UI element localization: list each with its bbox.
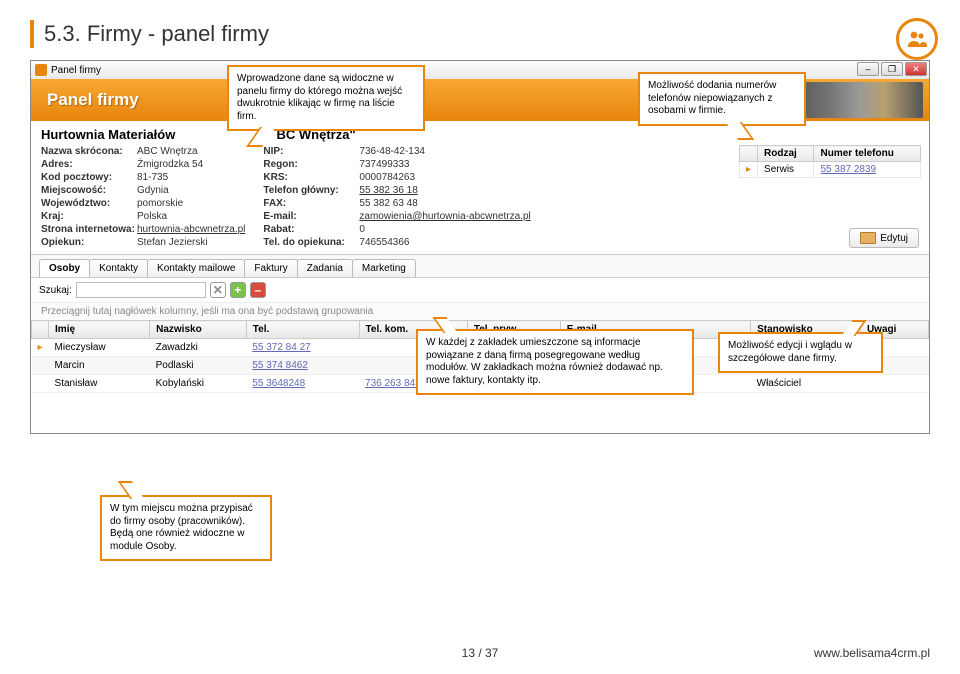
banner-image: [793, 82, 923, 118]
search-input[interactable]: [76, 282, 206, 298]
phones-table: RodzajNumer telefonu ▸Serwis55 387 2839: [739, 145, 921, 178]
delete-button[interactable]: –: [250, 282, 266, 298]
phones-col-kind[interactable]: Rodzaj: [758, 146, 814, 162]
details-col-right: NIP:736-48-42-134 Regon:737499333 KRS:00…: [263, 146, 530, 248]
edit-icon: [860, 232, 876, 244]
phones-col-number[interactable]: Numer telefonu: [814, 146, 921, 162]
callout-tabs: W każdej z zakładek umieszczone są infor…: [416, 329, 694, 395]
search-label: Szukaj:: [39, 285, 72, 296]
company-heading: Hurtownia Materiałów BC Wnętrza": [41, 127, 919, 142]
tab-marketing[interactable]: Marketing: [352, 259, 416, 277]
tab-osoby[interactable]: Osoby: [39, 259, 90, 277]
callout-people: W tym miejscu można przypisać do firmy o…: [100, 495, 272, 561]
callout-edit: Możliwość edycji i wglądu w szczegółowe …: [718, 332, 883, 373]
app-icon: [35, 64, 47, 76]
details-col-left: Nazwa skrócona:ABC Wnętrza Adres:Żmigrod…: [41, 146, 245, 248]
search-row: Szukaj: ✕ + –: [31, 277, 929, 302]
main-phone-link[interactable]: 55 382 36 18: [359, 185, 530, 196]
minimize-button[interactable]: –: [857, 62, 879, 76]
tabs: OsobyKontaktyKontakty mailoweFakturyZada…: [31, 255, 929, 277]
phones-row[interactable]: ▸Serwis55 387 2839: [740, 162, 921, 178]
group-hint: Przeciągnij tutaj nagłówek kolumny, jeśl…: [31, 302, 929, 320]
banner-title: Panel firmy: [47, 90, 139, 110]
callout-intro: Wprowadzone dane są widoczne w panelu fi…: [227, 65, 425, 131]
clear-button[interactable]: ✕: [210, 282, 226, 298]
callout-phones: Możliwość dodania numerów telefonów niep…: [638, 72, 806, 126]
add-button[interactable]: +: [230, 282, 246, 298]
website-link[interactable]: hurtownia-abcwnetrza.pl: [137, 224, 245, 235]
row-arrow-icon: ▸: [740, 162, 758, 178]
email-link[interactable]: zamowienia@hurtownia-abcwnetrza.pl: [359, 211, 530, 222]
tel-link[interactable]: 55 3648248: [246, 375, 359, 393]
tab-kontakty[interactable]: Kontakty: [89, 259, 148, 277]
col-imię[interactable]: Imię: [49, 321, 150, 339]
edit-button[interactable]: Edytuj: [849, 228, 919, 248]
tab-kontakty-mailowe[interactable]: Kontakty mailowe: [147, 259, 245, 277]
tab-faktury[interactable]: Faktury: [244, 259, 297, 277]
title-accent: [30, 20, 34, 48]
maximize-button[interactable]: ❐: [881, 62, 903, 76]
col-tel-[interactable]: Tel.: [246, 321, 359, 339]
tab-zadania[interactable]: Zadania: [297, 259, 353, 277]
company-details: Hurtownia Materiałów BC Wnętrza" Nazwa s…: [31, 121, 929, 255]
page-title: 5.3. Firmy - panel firmy: [44, 21, 269, 47]
col-nazwisko[interactable]: Nazwisko: [150, 321, 247, 339]
tel-link[interactable]: 55 372 84 27: [246, 339, 359, 357]
close-button[interactable]: ✕: [905, 62, 927, 76]
tel-link[interactable]: 55 374 8462: [246, 357, 359, 375]
people-icon: [896, 18, 938, 60]
footer-url: www.belisama4crm.pl: [814, 646, 930, 660]
window-title: Panel firmy: [51, 65, 101, 76]
